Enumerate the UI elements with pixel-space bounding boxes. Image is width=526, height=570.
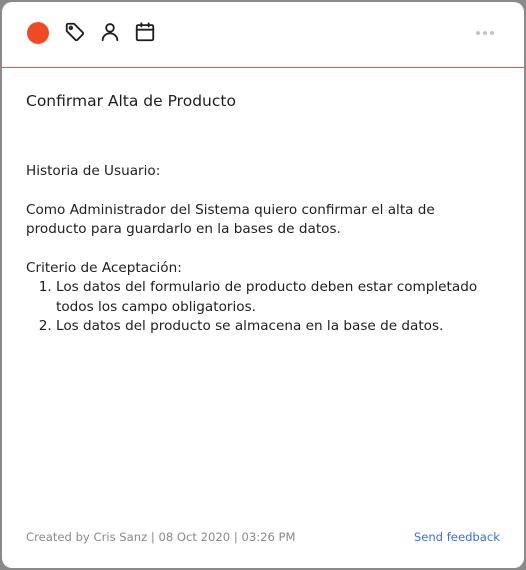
criteria-list: Los datos del formulario de producto deb… bbox=[26, 278, 496, 337]
send-feedback-link[interactable]: Send feedback bbox=[414, 530, 500, 544]
criteria-heading: Criterio de Aceptación: bbox=[26, 259, 182, 276]
created-label: Created by bbox=[26, 530, 90, 544]
tag-icon[interactable] bbox=[64, 21, 86, 43]
card-description[interactable]: Historia de Usuario: Como Administrador … bbox=[26, 162, 496, 337]
card-toolbar bbox=[2, 2, 524, 68]
status-color-dot[interactable] bbox=[27, 22, 49, 44]
created-meta: Created by Cris Sanz | 08 Oct 2020 | 03:… bbox=[26, 530, 296, 544]
user-icon[interactable] bbox=[99, 21, 121, 43]
calendar-icon[interactable] bbox=[134, 21, 156, 43]
story-heading: Historia de Usuario: bbox=[26, 163, 161, 179]
created-date: 08 Oct 2020 bbox=[158, 530, 231, 544]
story-text: Como Administrador del Sistema quiero co… bbox=[26, 201, 435, 238]
card-title[interactable]: Confirmar Alta de Producto bbox=[26, 92, 236, 110]
created-time: 03:26 PM bbox=[241, 530, 296, 544]
more-options-icon[interactable] bbox=[474, 24, 496, 42]
author-name: Cris Sanz bbox=[93, 530, 148, 544]
task-card: Confirmar Alta de Producto Historia de U… bbox=[2, 2, 524, 568]
criteria-item: Los datos del formulario de producto deb… bbox=[56, 278, 496, 317]
criteria-item: Los datos del producto se almacena en la… bbox=[56, 317, 496, 337]
